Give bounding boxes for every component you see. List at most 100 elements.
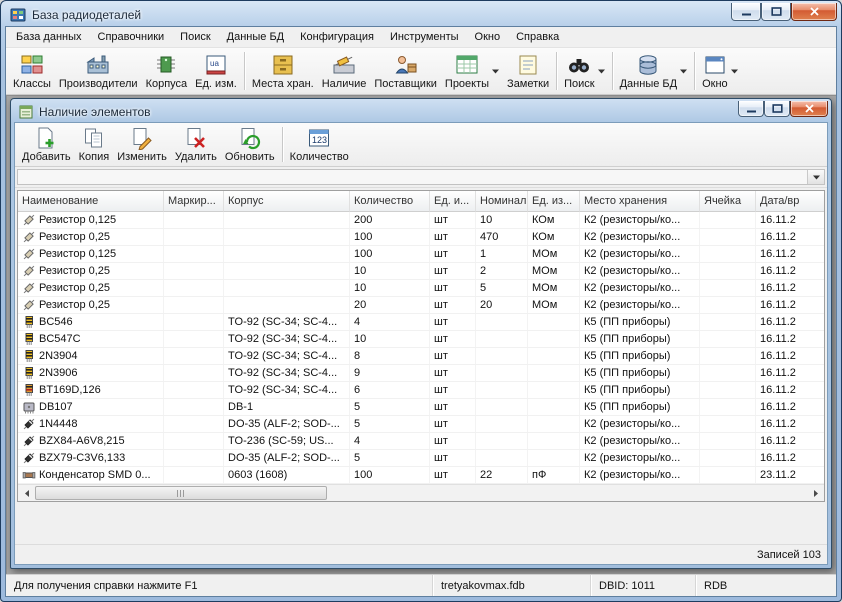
scroll-right-button[interactable] [807,485,824,501]
table-row[interactable]: BZX79-C3V6,133 DO-35 (ALF-2; SOD-... 5 шт К2… [18,450,824,467]
child-toolbar-button-6[interactable]: 123 Количество [286,125,353,164]
toolbar-button-3[interactable]: Корпуса [142,50,192,92]
minimize-button[interactable] [738,101,764,117]
cell-location: К2 (резисторы/ко... [580,212,700,228]
table-row[interactable]: BT169D,126 TO-92 (SC-34; SC-4... 6 шт К5 (ПП… [18,382,824,399]
table-row[interactable]: Резистор 0,125 200 шт 10 КОм К2 (резисторы/ко… [18,212,824,229]
resistor-icon [22,281,36,295]
menu-item-4[interactable]: Данные БД [219,27,292,47]
toolbar-button-9[interactable]: Заметки [503,50,553,92]
toolbar-button-label: Поставщики [374,77,437,90]
child-toolbar-button-2[interactable]: Копия [75,125,114,164]
toolbar-button-content-5: Места хран. [252,53,314,90]
menu-item-6[interactable]: Инструменты [382,27,467,47]
cell-marking [164,382,224,398]
cell-cell [700,433,756,449]
scrollbar-track[interactable] [35,485,807,501]
table-row[interactable]: DB107 DB-1 5 шт К5 (ПП приборы) 16.11.2 [18,399,824,416]
toolbar-button-12[interactable]: Окно [698,50,742,92]
toolbar-button-4[interactable]: ua Ед. изм. [191,50,241,92]
toolbar-button-7[interactable]: Поставщики [370,50,441,92]
toolbar-button-2[interactable]: Производители [55,50,142,92]
main-toolbar: Классы Производители Корпуса ua Ед. изм. Мест… [6,48,836,95]
combo-dropdown-button[interactable] [807,170,824,184]
cell-location: К5 (ПП приборы) [580,365,700,381]
dropdown-arrow-icon[interactable] [680,69,688,74]
minimize-button[interactable] [731,3,761,21]
child-titlebar[interactable]: Наличие элементов [11,99,831,122]
scroll-left-button[interactable] [18,485,35,501]
column-header-package[interactable]: Корпус [224,191,350,212]
column-header-unit[interactable]: Ед. и... [430,191,476,212]
table-row[interactable]: BC547C TO-92 (SC-34; SC-4... 10 шт К5 (ПП пр… [18,331,824,348]
cell-nominal: 5 [476,280,528,296]
cell-location: К5 (ПП приборы) [580,331,700,347]
close-button[interactable] [791,3,837,21]
table-row[interactable]: Резистор 0,125 100 шт 1 МОм К2 (резисторы/ко.… [18,246,824,263]
child-toolbar-button-3[interactable]: Изменить [113,125,171,164]
toolbar-button-6[interactable]: Наличие [318,50,371,92]
cell-qty: 5 [350,399,430,415]
cell-marking [164,212,224,228]
child-toolbar-button-5[interactable]: Обновить [221,125,279,164]
table-row[interactable]: Резистор 0,25 100 шт 470 КОм К2 (резисторы/ко… [18,229,824,246]
toolbar-button-5[interactable]: Места хран. [248,50,318,92]
column-header-nominal_unit[interactable]: Ед. из... [528,191,580,212]
filter-combobox[interactable] [17,169,825,185]
menu-item-1[interactable]: База данных [8,27,90,47]
cell-location: К2 (резисторы/ко... [580,229,700,245]
scrollbar-thumb[interactable] [35,486,327,500]
column-header-cell[interactable]: Ячейка [700,191,756,212]
menu-item-8[interactable]: Справка [508,27,567,47]
child-toolbar-button-4[interactable]: Удалить [171,125,221,164]
menu-item-5[interactable]: Конфигурация [292,27,382,47]
close-button[interactable] [790,101,828,117]
horizontal-scrollbar[interactable] [18,484,824,501]
toolbar-button-content-12: Окно [702,53,728,90]
table-row[interactable]: 1N4448 DO-35 (ALF-2; SOD-... 5 шт К2 (резист… [18,416,824,433]
cell-unit: шт [430,280,476,296]
cell-nominal_unit [528,382,580,398]
column-header-qty[interactable]: Количество [350,191,430,212]
table-row[interactable]: Резистор 0,25 10 шт 5 МОм К2 (резисторы/ко...… [18,280,824,297]
column-header-name[interactable]: Наименование [18,191,164,212]
cell-date: 16.11.2 [760,367,796,379]
table-row[interactable]: 2N3904 TO-92 (SC-34; SC-4... 8 шт К5 (ПП при… [18,348,824,365]
menu-item-3[interactable]: Поиск [172,27,218,47]
column-header-nominal[interactable]: Номинал [476,191,528,212]
column-header-marking[interactable]: Маркир... [164,191,224,212]
table-row[interactable]: BC546 TO-92 (SC-34; SC-4... 4 шт К5 (ПП приб… [18,314,824,331]
dropdown-arrow-icon[interactable] [492,69,500,74]
child-toolbar-button-1[interactable]: Добавить [18,125,75,164]
column-header-location[interactable]: Место хранения [580,191,700,212]
search-icon [567,53,591,77]
maximize-button[interactable] [764,101,790,117]
toolbar-button-10[interactable]: Поиск [560,50,608,92]
toolbar-button-8[interactable]: Проекты [441,50,503,92]
toolbar-button-1[interactable]: Классы [9,50,55,92]
statusbar-help: Для получения справки нажмите F1 [6,575,433,596]
app-titlebar[interactable]: База радиодеталей [1,1,841,26]
menu-item-2[interactable]: Справочники [90,27,173,47]
cell-location: К2 (резисторы/ко... [580,467,700,483]
table-row[interactable]: BZX84-A6V8,215 TO-236 (SC-59; US... 4 шт К2 … [18,433,824,450]
column-header-date[interactable]: Дата/вр [756,191,824,212]
cell-package [224,263,350,279]
toolbar-button-11[interactable]: Данные БД [616,50,691,92]
menu-item-7[interactable]: Окно [467,27,509,47]
cell-unit: шт [430,246,476,262]
units-icon: ua [204,53,228,77]
cell-name: BZX79-C3V6,133 [18,450,164,466]
cell-nominal: 22 [476,467,528,483]
maximize-button[interactable] [761,3,791,21]
dropdown-arrow-icon[interactable] [730,69,738,74]
table-row[interactable]: Резистор 0,25 10 шт 2 МОм К2 (резисторы/ко...… [18,263,824,280]
cell-nominal_unit: МОм [528,280,580,296]
component-name: Конденсатор SMD 0... [39,469,151,481]
table-row[interactable]: 2N3906 TO-92 (SC-34; SC-4... 9 шт К5 (ПП при… [18,365,824,382]
dropdown-arrow-icon[interactable] [597,69,605,74]
cell-nominal [476,433,528,449]
table-row[interactable]: Конденсатор SMD 0... 0603 (1608) 100 шт 22 пФ… [18,467,824,484]
cell-nominal_unit [528,314,580,330]
table-row[interactable]: Резистор 0,25 20 шт 20 МОм К2 (резисторы/ко..… [18,297,824,314]
